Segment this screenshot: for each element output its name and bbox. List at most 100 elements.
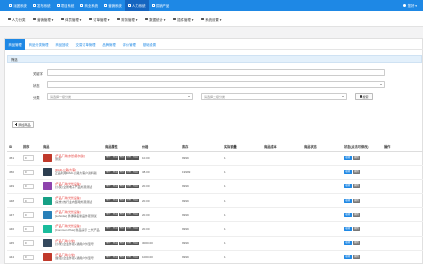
attr-tag[interactable]: 精品 bbox=[132, 156, 139, 160]
sec-nav-item-0[interactable]: 人力分类 bbox=[4, 15, 29, 23]
sec-nav-item-3[interactable]: 订单管理 ▾ bbox=[85, 15, 113, 23]
attr-tag[interactable]: 包邮 bbox=[125, 156, 132, 160]
top-nav-item-5[interactable]: 人力系统 bbox=[124, 0, 149, 11]
keyword-input[interactable] bbox=[47, 69, 385, 76]
edit-button[interactable]: 编辑 bbox=[344, 241, 352, 246]
edit-button[interactable]: 编辑 bbox=[344, 184, 352, 189]
delete-button[interactable]: 删除 bbox=[352, 156, 361, 161]
attr-tag[interactable]: 推荐 bbox=[105, 199, 112, 203]
tab-basic-settings[interactable]: 基础设置 bbox=[139, 39, 159, 50]
attr-tag[interactable]: 精品 bbox=[132, 255, 139, 260]
user-menu[interactable]: 您好 ▾ bbox=[403, 0, 417, 11]
tab-brands[interactable]: 品牌管理 bbox=[99, 39, 119, 50]
sec-nav-item-7[interactable]: 系统设置 ▾ bbox=[197, 15, 225, 23]
attr-tag[interactable]: 新品 bbox=[112, 184, 119, 189]
row-price[interactable]: 20.00 bbox=[140, 221, 180, 237]
attr-tag[interactable]: 新品 bbox=[112, 199, 119, 203]
sort-input[interactable]: 0 bbox=[23, 169, 34, 176]
row-price[interactable]: 20.00 bbox=[140, 207, 180, 223]
attr-tag[interactable]: 推荐 bbox=[105, 227, 112, 231]
attr-tag[interactable]: 包邮 bbox=[125, 241, 132, 245]
attr-tag[interactable]: 推荐 bbox=[105, 184, 112, 189]
col-sort[interactable]: 排序 bbox=[21, 143, 41, 152]
edit-button[interactable]: 编辑 bbox=[344, 170, 352, 175]
category2-select[interactable]: 请选择二级分类 bbox=[201, 93, 347, 100]
top-nav-item-4[interactable]: 营销系统 bbox=[101, 0, 125, 11]
attr-tag[interactable]: 精品 bbox=[132, 213, 139, 217]
goods-name[interactable]: [产品厂商|光伏设备] [小奖] 全新电子产品外观测试 bbox=[55, 182, 103, 190]
col-sales[interactable]: 实际销量 bbox=[222, 143, 262, 152]
sec-nav-item-2[interactable]: 体员管理 ▾ bbox=[57, 15, 85, 23]
delete-button[interactable]: 删除 bbox=[352, 170, 361, 175]
col-stock[interactable]: 库存 bbox=[180, 143, 222, 152]
row-stock[interactable]: 9999 bbox=[180, 207, 222, 223]
sort-input[interactable]: 0 bbox=[23, 183, 34, 190]
attr-tag[interactable]: 包邮 bbox=[125, 184, 132, 189]
attr-tag[interactable]: 新品 bbox=[112, 241, 119, 245]
attr-tag[interactable]: 推荐 bbox=[105, 241, 112, 245]
row-stock[interactable]: 9999 bbox=[180, 193, 222, 209]
attr-tag[interactable]: 新品 bbox=[112, 213, 119, 217]
row-price[interactable]: 20.00 bbox=[140, 193, 180, 209]
row-stock[interactable]: 9999 bbox=[180, 179, 222, 195]
attr-tag[interactable]: 精品 bbox=[132, 170, 139, 174]
tab-goods-recycle[interactable]: 商品回收 bbox=[52, 39, 72, 50]
top-nav-item-2[interactable]: 项目系统 bbox=[54, 0, 78, 11]
row-price[interactable]: 1000.00 bbox=[140, 250, 180, 264]
goods-name[interactable]: [产品厂商|光伏设备] [Common Plus] 新品演示 二代产品 bbox=[55, 225, 103, 232]
attr-tag[interactable]: 热卖 bbox=[118, 184, 126, 189]
tab-goods-category[interactable]: 商品分类管理 bbox=[25, 39, 52, 50]
attr-tag[interactable]: 热卖 bbox=[118, 199, 126, 203]
delete-button[interactable]: 删除 bbox=[352, 227, 361, 232]
attr-tag[interactable]: 新品 bbox=[112, 255, 119, 260]
col-id[interactable]: ID bbox=[7, 143, 21, 152]
tab-goods[interactable]: 商品管理 bbox=[5, 39, 26, 50]
row-price[interactable]: 38.00 bbox=[140, 165, 180, 180]
tab-reviews[interactable]: 评价管理 bbox=[119, 39, 139, 50]
sec-nav-item-1[interactable]: 营销管理 ▾ bbox=[29, 15, 57, 23]
attr-tag[interactable]: 精品 bbox=[132, 227, 139, 231]
tab-orders[interactable]: 交易订单管理 bbox=[72, 39, 99, 50]
delete-button[interactable]: 删除 bbox=[352, 198, 361, 203]
top-nav-item-6[interactable]: 供销产品 bbox=[149, 0, 173, 11]
attr-tag[interactable]: 热卖 bbox=[118, 227, 126, 231]
goods-name[interactable]: [产品厂商|亦然|易尔康|] 测试 bbox=[55, 154, 103, 162]
delete-button[interactable]: 删除 bbox=[352, 241, 361, 246]
attr-tag[interactable]: 推荐 bbox=[105, 213, 112, 217]
attr-tag[interactable]: 新品 bbox=[112, 170, 119, 174]
row-stock[interactable]: 9999 bbox=[180, 250, 222, 264]
sec-nav-item-6[interactable]: 插件管理 ▾ bbox=[169, 15, 197, 23]
attr-tag[interactable]: 精品 bbox=[132, 241, 139, 245]
sec-nav-item-5[interactable]: 数据统计 ▾ bbox=[141, 15, 169, 23]
col-price[interactable]: 价格 bbox=[140, 143, 180, 152]
goods-name[interactable]: [RAD-公路|大客] 正品利用RAD-公路大客户资料版 bbox=[55, 168, 103, 176]
edit-button[interactable]: 编辑 bbox=[344, 212, 352, 217]
attr-tag[interactable]: 推荐 bbox=[105, 170, 112, 174]
top-nav-item-1[interactable]: 发布系统 bbox=[30, 0, 54, 11]
attr-tag[interactable]: 包邮 bbox=[125, 255, 132, 260]
sort-input[interactable]: 0 bbox=[23, 155, 34, 161]
top-nav-item-3[interactable]: 商业系统 bbox=[77, 0, 101, 11]
search-button[interactable]: 搜索 bbox=[355, 93, 373, 100]
attr-tag[interactable]: 热卖 bbox=[118, 255, 126, 260]
goods-name[interactable]: [产品厂商|光伏设备] [Lohmite] 鼻涕联名新品外观测试 bbox=[55, 211, 103, 218]
attr-tag[interactable]: 新品 bbox=[112, 156, 119, 160]
edit-button[interactable]: 编辑 bbox=[344, 255, 352, 260]
attr-tag[interactable]: 包邮 bbox=[125, 170, 132, 174]
row-stock[interactable]: 9999 bbox=[180, 151, 222, 166]
attr-tag[interactable]: 包邮 bbox=[125, 227, 132, 231]
status-select[interactable] bbox=[47, 81, 385, 88]
row-price[interactable]: 20.00 bbox=[140, 179, 180, 195]
goods-name[interactable]: [产品厂商|光伏设备] [荣誉] 热行业内部用外观测试 bbox=[55, 196, 103, 204]
edit-button[interactable]: 编辑 bbox=[344, 227, 352, 232]
attr-tag[interactable]: 包邮 bbox=[125, 213, 132, 217]
sort-input[interactable]: 0 bbox=[23, 226, 34, 232]
attr-tag[interactable]: 热卖 bbox=[118, 170, 126, 174]
row-price[interactable]: 3000.00 bbox=[140, 236, 180, 251]
top-nav-item-0[interactable]: 派团系统 bbox=[6, 0, 30, 11]
attr-tag[interactable]: 包邮 bbox=[125, 199, 132, 203]
sort-input[interactable]: 0 bbox=[23, 212, 34, 218]
delete-button[interactable]: 删除 bbox=[352, 212, 361, 217]
attr-tag[interactable]: 新品 bbox=[112, 227, 119, 231]
attr-tag[interactable]: 热卖 bbox=[118, 213, 126, 217]
